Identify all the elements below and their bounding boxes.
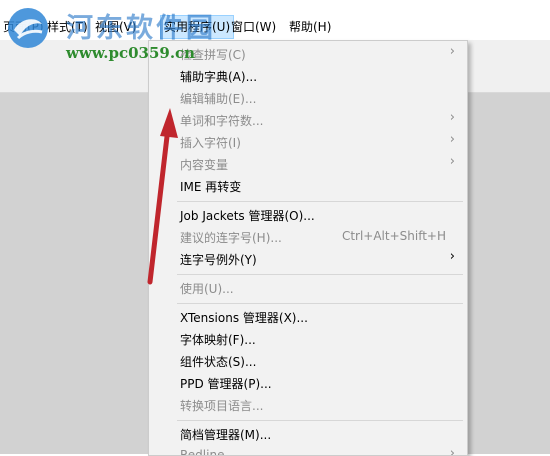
menu-item-label: 组件状态(S)... (180, 355, 257, 369)
menu-item-label: 简档管理器(M)... (180, 428, 272, 442)
menu-item-label: Job Jackets 管理器(O)... (180, 209, 315, 223)
menu-item-label: 辅助字典(A)... (180, 70, 258, 84)
menu-item-label: Redline (180, 448, 225, 456)
menu-item-word-count[interactable]: 单词和字符数... › (149, 109, 467, 131)
submenu-arrow-icon: › (449, 446, 455, 456)
watermark-url: www.pc0359.cn (66, 44, 196, 62)
menu-separator (177, 274, 463, 275)
menu-item-redline[interactable]: Redline › (149, 445, 467, 456)
menu-item-job-jackets-manager[interactable]: Job Jackets 管理器(O)... (149, 204, 467, 226)
menu-item-label: 内容变量 (180, 158, 229, 172)
menu-item-label: 建议的连字号(H)... (180, 231, 282, 245)
menu-item-convert-project-language[interactable]: 转换项目语言... (149, 394, 467, 416)
submenu-arrow-icon: › (449, 132, 455, 147)
menu-item-label: 转换项目语言... (180, 399, 264, 413)
menu-item-label: 使用(U)... (180, 282, 234, 296)
menu-item-xtensions-manager[interactable]: XTensions 管理器(X)... (149, 306, 467, 328)
utilities-dropdown-menu: 检查拼写(C) › 辅助字典(A)... 编辑辅助(E)... 单词和字符数..… (148, 40, 468, 456)
menu-item-label: 单词和字符数... (180, 114, 264, 128)
menu-item-profile-manager[interactable]: 简档管理器(M)... (149, 423, 467, 445)
menu-separator (177, 303, 463, 304)
menu-separator (177, 201, 463, 202)
menu-item-usage[interactable]: 使用(U)... (149, 277, 467, 299)
menu-item-label: 插入字符(I) (180, 136, 241, 150)
menu-item-label: PPD 管理器(P)... (180, 377, 272, 391)
menu-item-ppd-manager[interactable]: PPD 管理器(P)... (149, 372, 467, 394)
submenu-arrow-icon: › (449, 110, 455, 125)
menu-item-check-spelling[interactable]: 检查拼写(C) › (149, 43, 467, 65)
menu-item-label: 字体映射(F)... (180, 333, 256, 347)
menu-item-label: XTensions 管理器(X)... (180, 311, 308, 325)
menu-item-suggested-hyphenation[interactable]: 建议的连字号(H)... Ctrl+Alt+Shift+H (149, 226, 467, 248)
menu-item-shortcut: Ctrl+Alt+Shift+H (341, 229, 446, 243)
menu-item-ime-reconvert[interactable]: IME 再转变 (149, 175, 467, 197)
submenu-arrow-icon: › (449, 154, 455, 169)
menu-item-component-status[interactable]: 组件状态(S)... (149, 350, 467, 372)
watermark-logo-icon (8, 8, 48, 48)
menu-item-edit-auxiliary[interactable]: 编辑辅助(E)... (149, 87, 467, 109)
menu-help[interactable]: 帮助(H) (286, 16, 334, 38)
menu-item-content-variables[interactable]: 内容变量 › (149, 153, 467, 175)
watermark-title: 河东软件园 (66, 13, 216, 44)
menu-separator (177, 420, 463, 421)
menu-item-insert-character[interactable]: 插入字符(I) › (149, 131, 467, 153)
menu-item-hyphenation-exceptions[interactable]: 连字号例外(Y) › (149, 248, 467, 270)
menu-item-label: 连字号例外(Y) (180, 253, 257, 267)
menu-item-label: 编辑辅助(E)... (180, 92, 257, 106)
menu-item-auxiliary-dictionary[interactable]: 辅助字典(A)... (149, 65, 467, 87)
menu-item-label: IME 再转变 (180, 180, 242, 194)
submenu-arrow-icon: › (449, 44, 455, 59)
menu-item-font-mapping[interactable]: 字体映射(F)... (149, 328, 467, 350)
menu-window[interactable]: 窗口(W) (228, 16, 279, 38)
submenu-arrow-icon: › (449, 249, 455, 264)
